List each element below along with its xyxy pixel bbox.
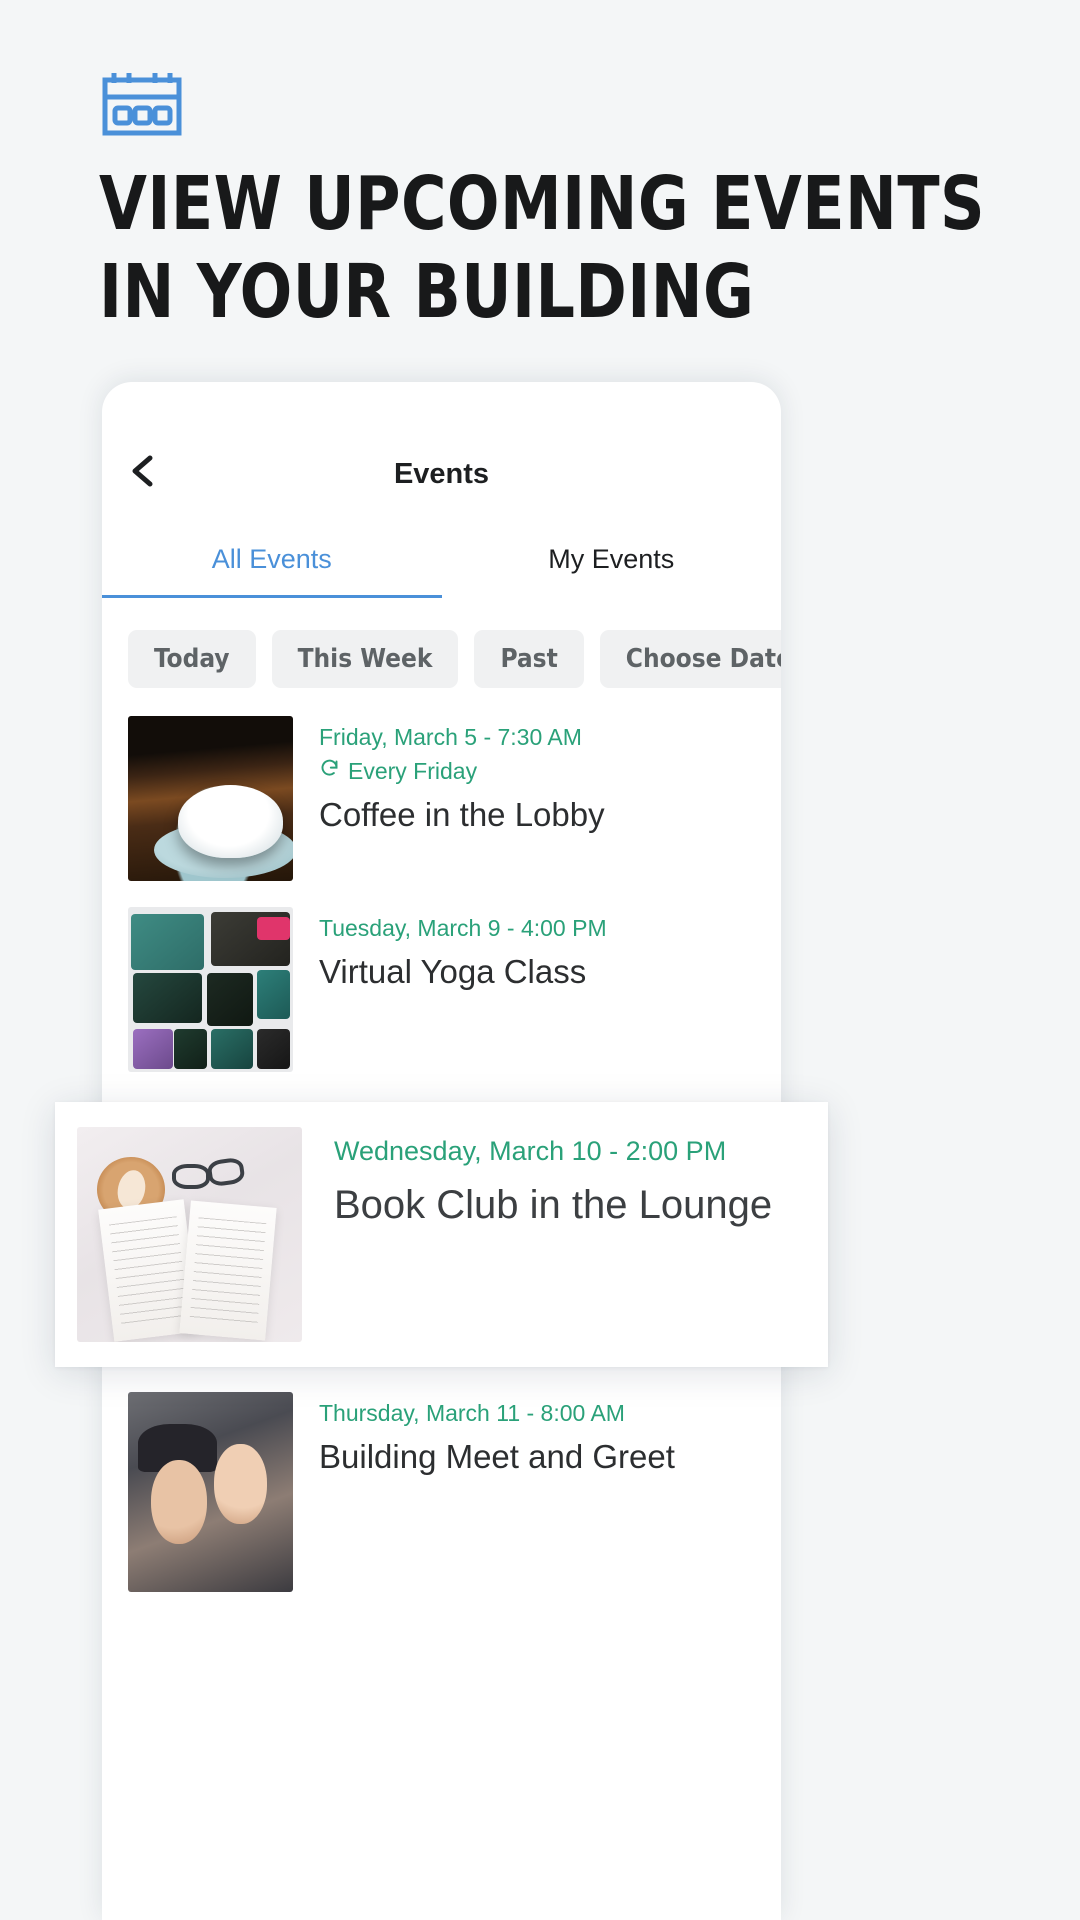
list-item[interactable]: Friday, March 5 - 7:30 AM Every Friday C…: [128, 716, 755, 881]
list-item[interactable]: Tuesday, March 9 - 4:00 PM Virtual Yoga …: [128, 907, 755, 1072]
event-datetime: Tuesday, March 9 - 4:00 PM: [319, 911, 607, 945]
page-title: Events: [102, 458, 781, 491]
event-thumbnail: [128, 907, 293, 1072]
event-recurrence-label: Every Friday: [348, 754, 477, 788]
event-title: Book Club in the Lounge: [334, 1183, 772, 1228]
repeat-icon: [319, 754, 340, 788]
chip-today[interactable]: Today: [128, 630, 256, 688]
event-datetime: Wednesday, March 10 - 2:00 PM: [334, 1131, 772, 1171]
headline-line-2: In Your Building: [99, 248, 769, 336]
event-title: Building Meet and Greet: [319, 1438, 675, 1476]
tab-bar: All Events My Events: [102, 544, 781, 598]
filter-chip-row: Today This Week Past Choose Date: [102, 598, 781, 688]
event-thumbnail: [128, 1392, 293, 1592]
highlighted-event-card[interactable]: Wednesday, March 10 - 2:00 PM Book Club …: [55, 1102, 828, 1367]
event-title: Virtual Yoga Class: [319, 953, 607, 991]
headline-line-1: View Upcoming Events: [99, 160, 769, 248]
event-datetime: Thursday, March 11 - 8:00 AM: [319, 1396, 675, 1430]
event-thumbnail: [128, 716, 293, 881]
chip-choose-date[interactable]: Choose Date: [600, 630, 781, 688]
chip-this-week[interactable]: This Week: [272, 630, 459, 688]
event-thumbnail: [77, 1127, 302, 1342]
list-item[interactable]: Thursday, March 11 - 8:00 AM Building Me…: [128, 1392, 755, 1592]
event-recurrence: Every Friday: [319, 754, 605, 788]
tab-all-events[interactable]: All Events: [102, 544, 442, 598]
screenshot-root: View Upcoming Events In Your Building Ev…: [0, 0, 1080, 1920]
page-headline: View Upcoming Events In Your Building: [99, 160, 769, 336]
event-title: Coffee in the Lobby: [319, 796, 605, 834]
app-navbar: Events: [102, 382, 781, 502]
tab-my-events[interactable]: My Events: [442, 544, 782, 598]
chip-past[interactable]: Past: [474, 630, 583, 688]
event-datetime: Friday, March 5 - 7:30 AM: [319, 720, 605, 754]
calendar-icon: [102, 70, 182, 136]
